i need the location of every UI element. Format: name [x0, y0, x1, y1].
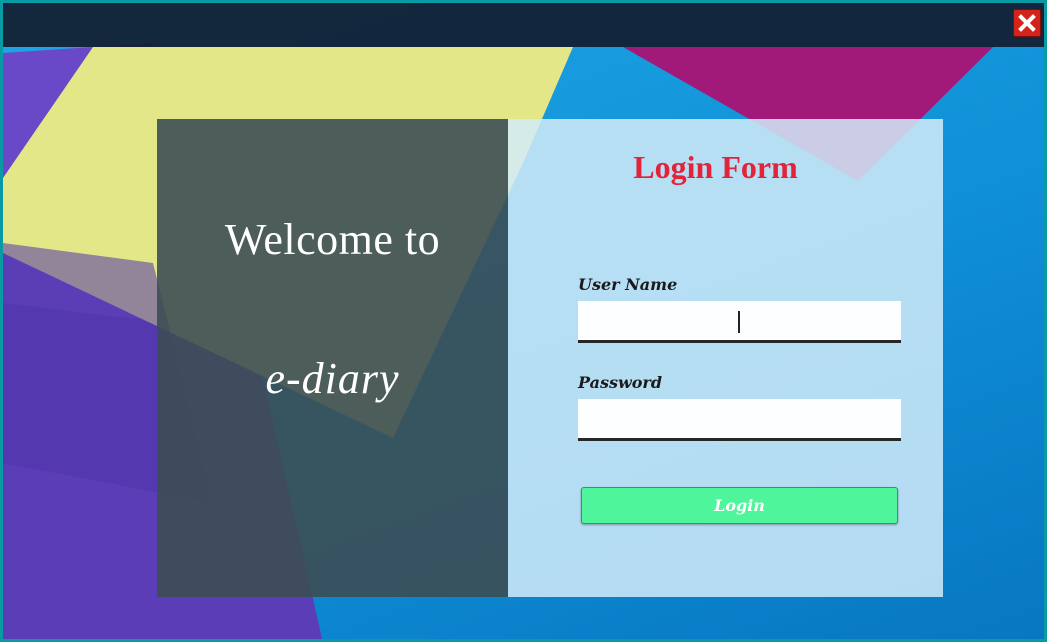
close-x-icon [1018, 14, 1036, 32]
login-panel: Login Form User Name Password Login [508, 119, 943, 597]
username-label: User Name [578, 275, 678, 294]
login-button[interactable]: Login [581, 487, 898, 524]
app-window: Welcome to e-diary Login Form User Name … [0, 0, 1047, 642]
text-caret [738, 311, 740, 333]
password-input[interactable] [578, 399, 901, 441]
welcome-panel: Welcome to e-diary [157, 119, 508, 597]
password-label: Password [578, 373, 663, 392]
close-button[interactable] [1013, 9, 1041, 37]
form-title: Login Form [633, 149, 798, 185]
title-bar [3, 3, 1044, 47]
brand-name: e-diary [265, 354, 400, 403]
welcome-heading: Welcome to [224, 215, 441, 264]
